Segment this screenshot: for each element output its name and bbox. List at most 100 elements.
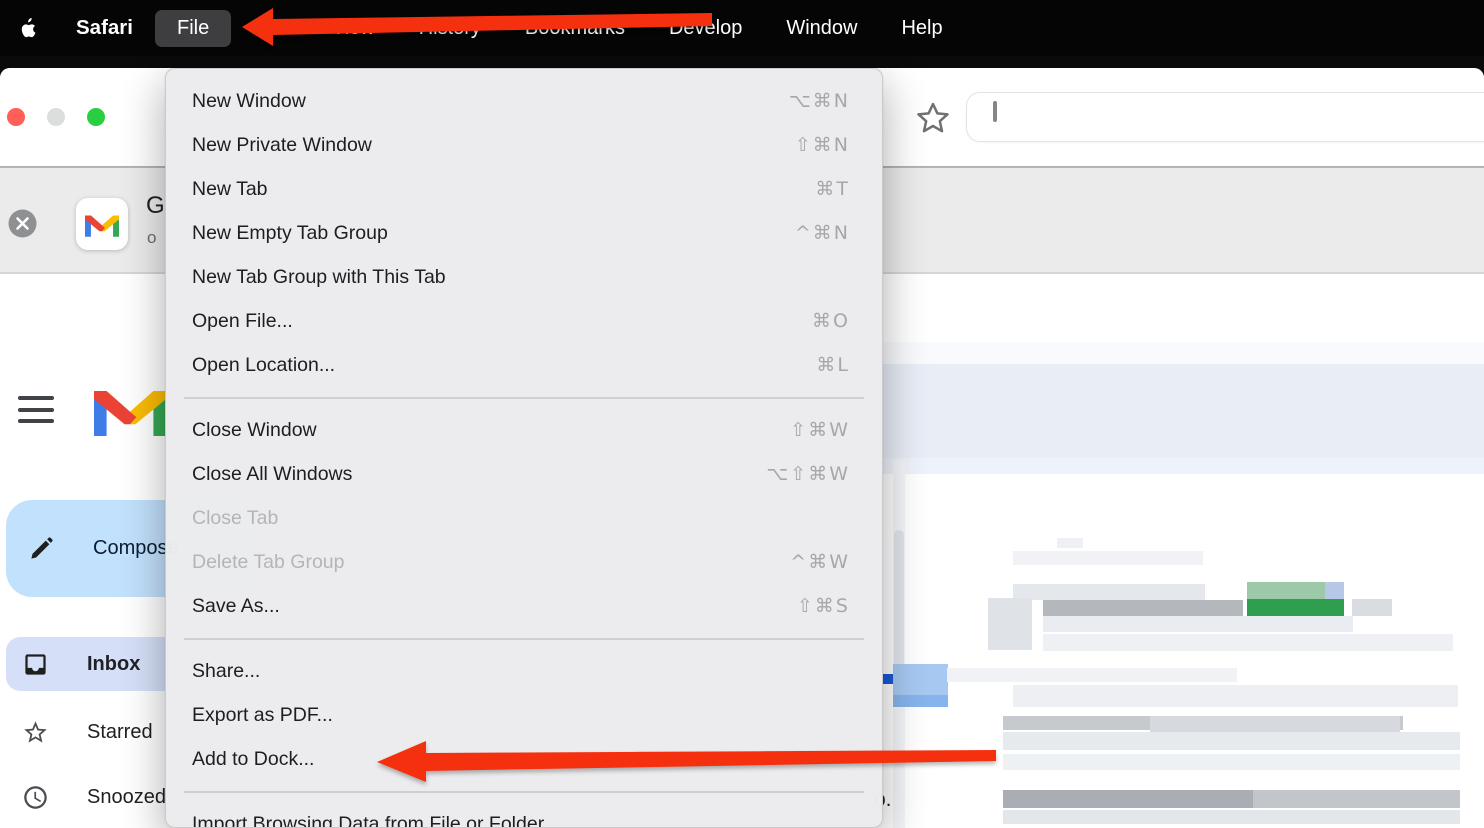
menu-item-label: Close Window (192, 419, 790, 442)
file-menu-item[interactable]: Export as PDF... (166, 693, 882, 737)
menubar-item-label: Edit (253, 17, 287, 39)
file-menu-item[interactable]: New Empty Tab Group ^⌘N (166, 211, 882, 255)
file-menu-item (184, 397, 864, 399)
redacted-block (1043, 600, 1243, 617)
menubar-item-label: Safari (76, 16, 133, 39)
redacted-block (1043, 634, 1453, 651)
file-menu-item[interactable]: New Window ⌥⌘N (166, 79, 882, 123)
inbox-icon (22, 651, 49, 678)
menu-item-label: Save As... (192, 595, 797, 618)
redacted-block (1253, 790, 1460, 808)
menu-item-label: Close Tab (192, 507, 850, 530)
menubar-item[interactable]: Window (764, 10, 879, 47)
file-menu-item[interactable]: Save As... ⇧⌘S (166, 584, 882, 628)
menu-item-shortcut: ^⌘N (795, 222, 850, 244)
file-menu-item[interactable]: Add to Dock... (166, 737, 882, 781)
menu-item-label: Add to Dock... (192, 748, 850, 771)
hamburger-icon[interactable] (18, 396, 54, 423)
redacted-block (1013, 685, 1458, 707)
redacted-block (947, 668, 1237, 682)
menubar-item[interactable]: Bookmarks (503, 10, 647, 47)
zoom-window-button[interactable] (87, 108, 105, 126)
menubar-item-label: History (419, 17, 481, 39)
menubar-item[interactable]: Safari (54, 9, 155, 47)
redacted-block (1013, 584, 1205, 600)
menu-item-label: Delete Tab Group (192, 551, 790, 574)
menubar-item[interactable]: Help (879, 10, 964, 47)
menu-item-label: New Private Window (192, 134, 795, 157)
file-menu-item: Close Tab (166, 496, 882, 540)
redacted-block (1003, 790, 1253, 808)
menu-item-shortcut: ⇧⌘W (790, 419, 850, 441)
reader-view-icon[interactable] (993, 103, 1023, 133)
menubar-item-label: File (177, 17, 209, 39)
menu-item-label: New Tab (192, 178, 815, 201)
sidebar-item-label: Starred (87, 721, 153, 744)
sidebar-item-label: Inbox (87, 653, 140, 676)
file-menu-item[interactable]: Open Location... ⌘L (166, 343, 882, 387)
menu-item-label: Export as PDF... (192, 704, 850, 727)
file-menu-item[interactable]: Import Browsing Data from File or Folder (166, 802, 882, 828)
redacted-block (883, 674, 893, 684)
redacted-block (988, 598, 1032, 650)
redacted-block (1003, 810, 1460, 824)
menu-item-shortcut: ⌘O (812, 310, 850, 332)
address-bar[interactable] (966, 92, 1484, 142)
menubar-item-label: View (332, 17, 375, 39)
redacted-block (1043, 616, 1353, 632)
redacted-block (893, 664, 948, 695)
menubar-item-label: Window (786, 17, 857, 39)
file-menu-item (184, 791, 864, 793)
menu-item-shortcut: ⌘T (815, 178, 850, 200)
banner-partial-subtitle: o (147, 228, 156, 248)
menu-item-label: Open File... (192, 310, 812, 333)
favorites-star-icon[interactable] (913, 97, 953, 139)
menubar-item-label: Develop (669, 17, 742, 39)
file-menu-item[interactable]: New Tab ⌘T (166, 167, 882, 211)
menubar-item[interactable]: Develop (647, 10, 764, 47)
file-menu: New Window ⌥⌘N New Private Window ⇧⌘N Ne… (165, 68, 883, 828)
minimize-window-button[interactable] (47, 108, 65, 126)
file-menu-item[interactable]: New Private Window ⇧⌘N (166, 123, 882, 167)
redacted-block (1352, 599, 1392, 616)
file-menu-item[interactable]: Close All Windows ⌥⇧⌘W (166, 452, 882, 496)
file-menu-item (184, 638, 864, 640)
star-icon (22, 719, 49, 746)
menubar-item-label: Help (901, 17, 942, 39)
apple-icon[interactable] (0, 17, 54, 40)
file-menu-item[interactable]: Share... (166, 649, 882, 693)
menu-item-label: Open Location... (192, 354, 816, 377)
menu-item-label: New Tab Group with This Tab (192, 266, 850, 289)
file-menu-item[interactable]: Open File... ⌘O (166, 299, 882, 343)
screen: G o Compose (0, 0, 1484, 828)
redacted-block (1057, 538, 1083, 548)
menubar-item[interactable]: View (310, 10, 397, 47)
banner-partial-title: G (146, 192, 165, 220)
gmail-app-icon (76, 198, 128, 250)
menu-item-label: Close All Windows (192, 463, 766, 486)
menu-item-shortcut: ⇧⌘N (795, 134, 850, 156)
close-banner-icon[interactable] (8, 209, 37, 238)
file-menu-item[interactable]: New Tab Group with This Tab (166, 255, 882, 299)
redacted-block (893, 695, 948, 707)
menubar-item[interactable]: Edit (231, 10, 309, 47)
menu-item-label: Share... (192, 660, 850, 683)
menu-item-label: New Empty Tab Group (192, 222, 795, 245)
sidebar-item-label: Snoozed (87, 786, 166, 809)
file-menu-item[interactable]: Close Window ⇧⌘W (166, 408, 882, 452)
redacted-block (1325, 582, 1344, 599)
close-window-button[interactable] (7, 108, 25, 126)
menubar-item-label: Bookmarks (525, 17, 625, 39)
gmail-m-logo (94, 382, 166, 441)
file-menu-item: Delete Tab Group ^⌘W (166, 540, 882, 584)
redacted-block (1003, 754, 1460, 770)
redacted-block (1003, 732, 1460, 750)
menu-item-shortcut: ⌥⌘N (789, 90, 850, 112)
menubar-item[interactable]: History (397, 10, 503, 47)
menu-item-shortcut: ^⌘W (790, 551, 850, 573)
menu-item-label: Import Browsing Data from File or Folder (192, 813, 850, 828)
menubar-item[interactable]: File (155, 10, 231, 47)
menubar: Safari File Edit View History Bookmarks (0, 0, 1484, 56)
clock-icon (22, 784, 49, 811)
redacted-block (1013, 551, 1203, 565)
